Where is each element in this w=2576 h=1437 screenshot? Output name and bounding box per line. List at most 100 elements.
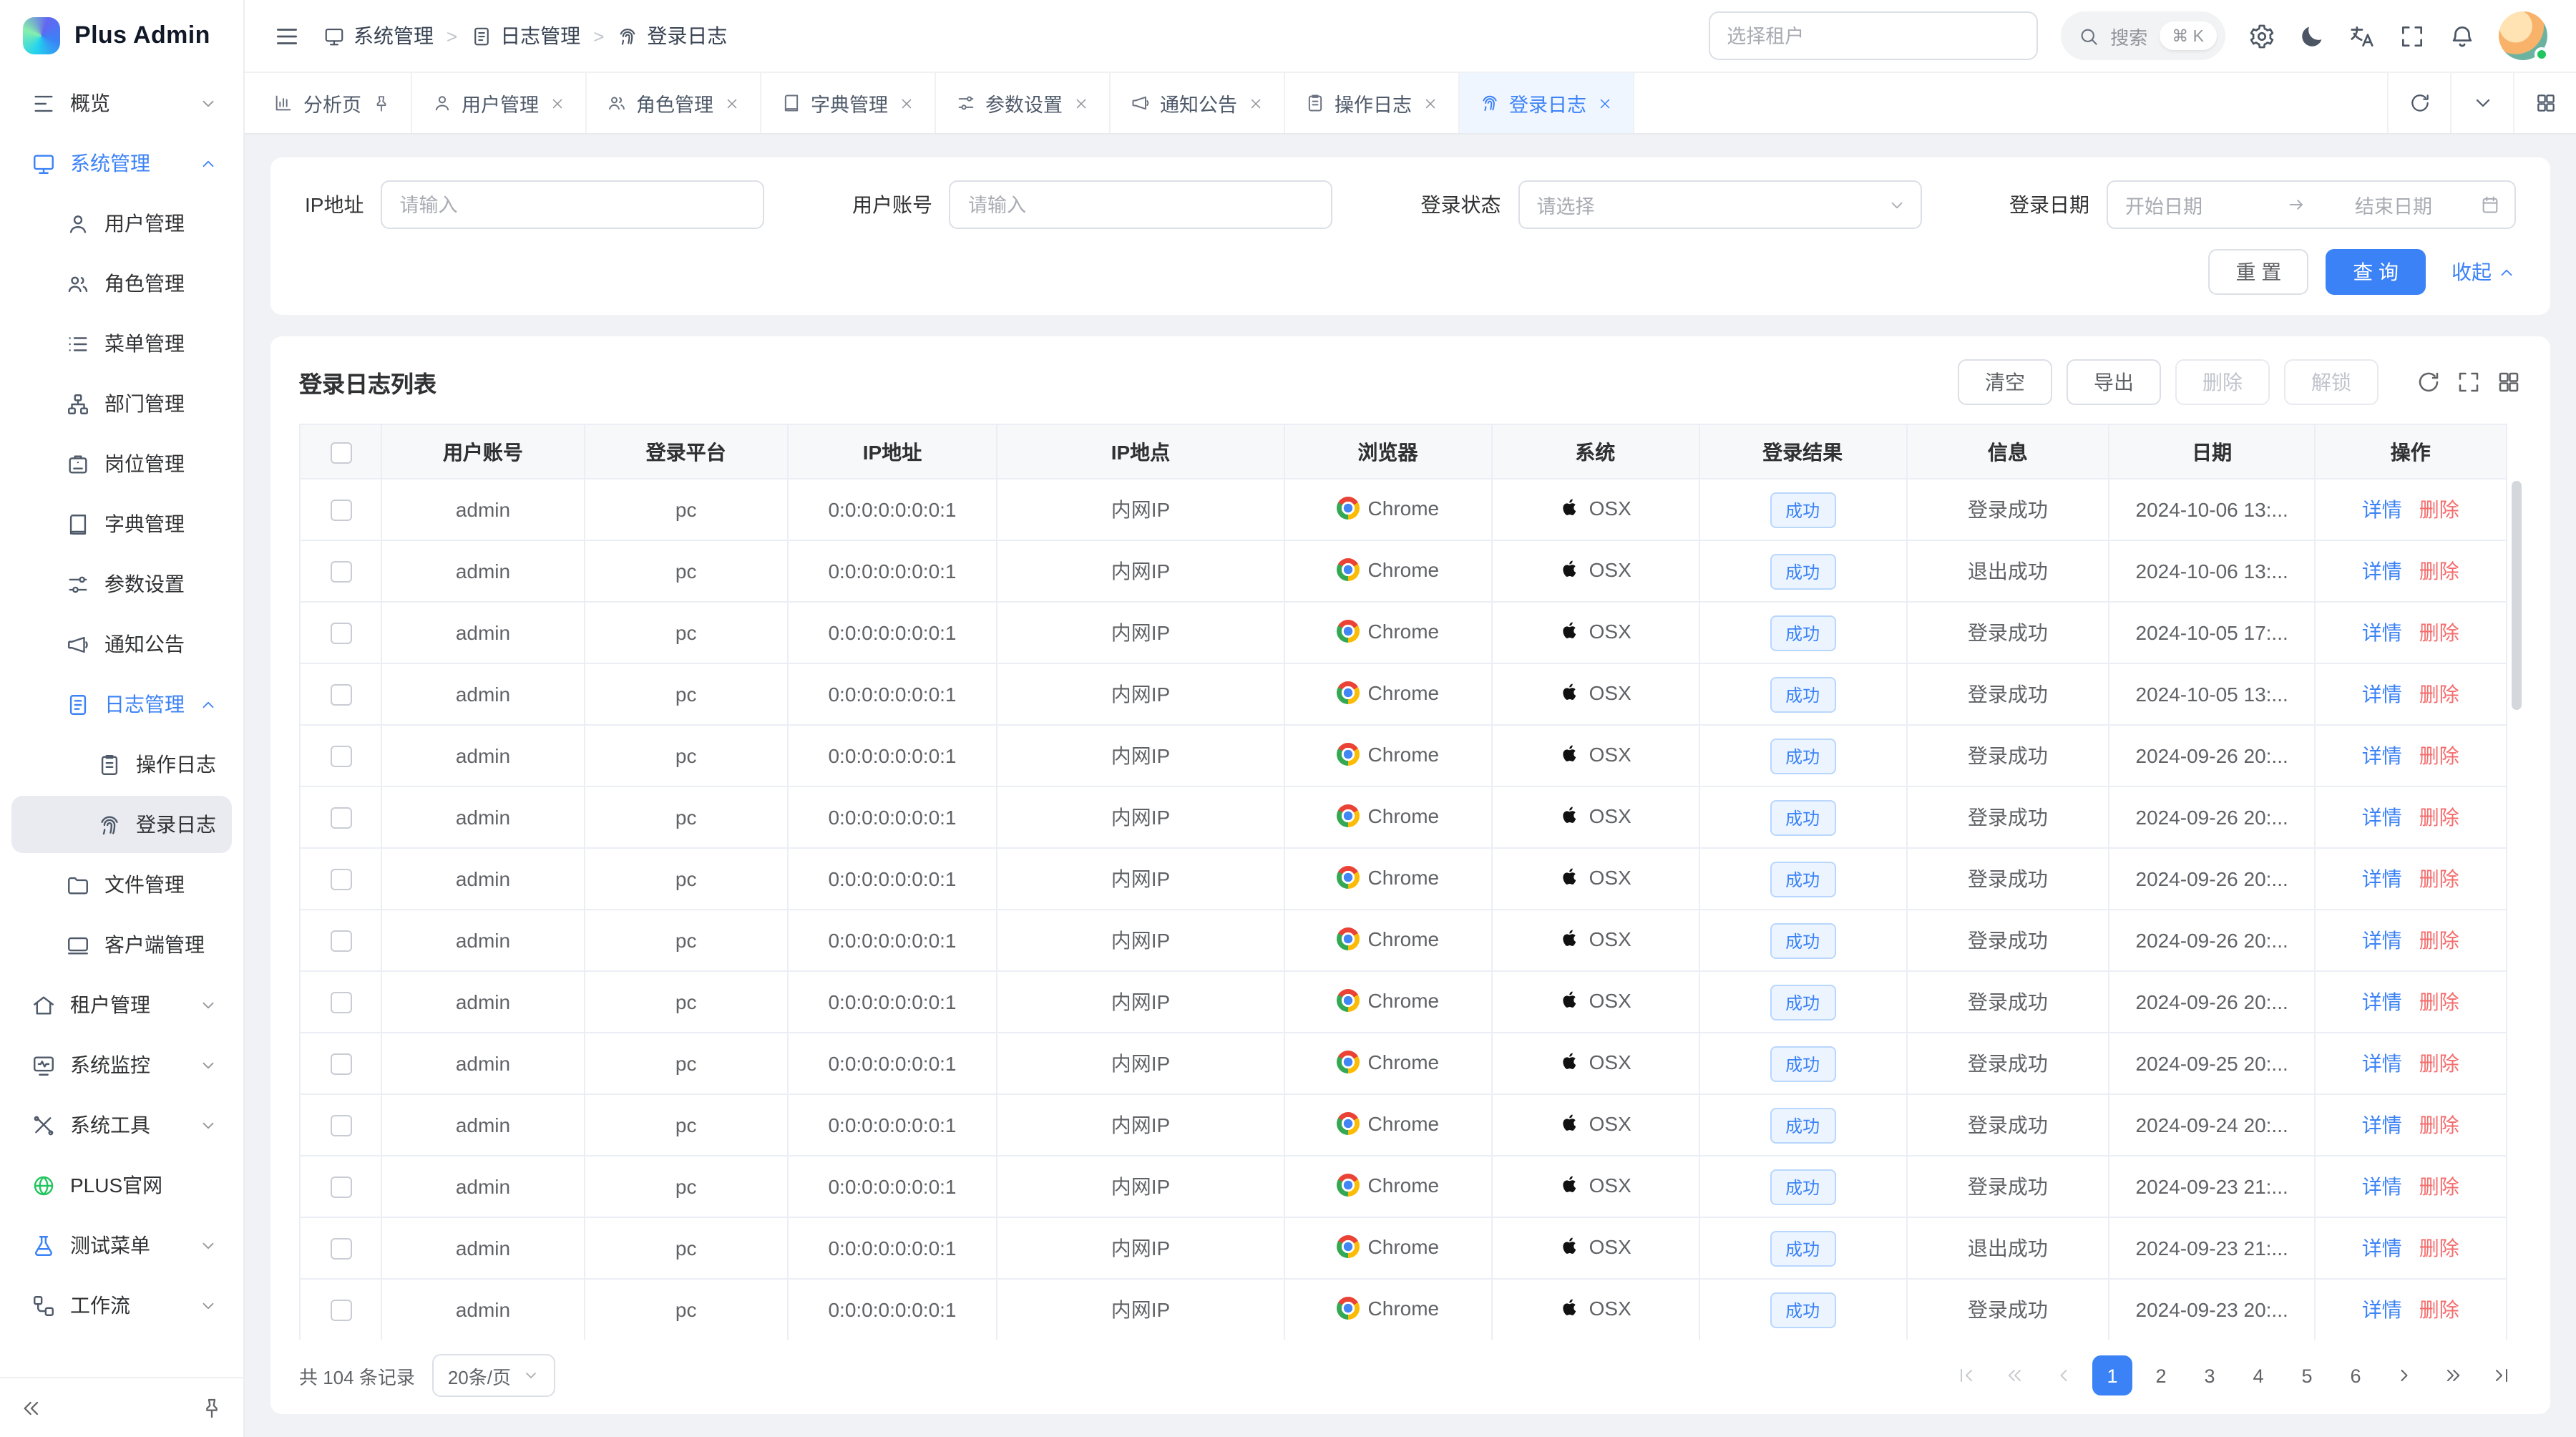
settings-gear-icon[interactable] (2248, 22, 2275, 49)
hamburger-icon[interactable] (273, 22, 301, 49)
sidebar-item[interactable]: 系统监控 (11, 1036, 232, 1093)
delete-link[interactable]: 删除 (2419, 621, 2459, 644)
page-size-select[interactable]: 20条/页 (432, 1354, 555, 1397)
last-page-icon[interactable] (2482, 1355, 2522, 1395)
collapse-filters-link[interactable]: 收起 (2451, 258, 2516, 286)
clear-button[interactable]: 清空 (1958, 359, 2052, 405)
close-icon[interactable] (1422, 95, 1438, 111)
close-icon[interactable] (723, 95, 739, 111)
sidebar-item[interactable]: 租户管理 (11, 976, 232, 1033)
delete-link[interactable]: 删除 (2419, 867, 2459, 890)
breadcrumb-item[interactable]: 登录日志 (617, 21, 727, 50)
tab-item[interactable]: 用户管理 (411, 73, 586, 133)
unlock-button[interactable]: 解锁 (2284, 359, 2379, 405)
delete-link[interactable]: 删除 (2419, 683, 2459, 706)
row-checkbox[interactable] (330, 623, 351, 645)
sidebar-item[interactable]: 字典管理 (11, 495, 232, 552)
delete-link[interactable]: 删除 (2419, 1175, 2459, 1198)
sidebar-item[interactable]: 参数设置 (11, 555, 232, 613)
detail-link[interactable]: 详情 (2362, 1052, 2402, 1075)
row-checkbox[interactable] (330, 808, 351, 829)
row-checkbox[interactable] (330, 869, 351, 891)
page-number[interactable]: 4 (2238, 1355, 2278, 1395)
sidebar-item[interactable]: 工作流 (11, 1277, 232, 1334)
global-search[interactable]: 搜索 ⌘ K (2060, 11, 2225, 60)
detail-link[interactable]: 详情 (2362, 498, 2402, 521)
detail-link[interactable]: 详情 (2362, 744, 2402, 767)
delete-link[interactable]: 删除 (2419, 744, 2459, 767)
chevrons-left-icon[interactable] (1995, 1355, 2035, 1395)
sidebar-item[interactable]: 系统工具 (11, 1096, 232, 1154)
status-select[interactable]: 请选择 (1518, 180, 1921, 229)
tab-item[interactable]: 字典管理 (761, 73, 935, 133)
tenant-select-input[interactable] (1708, 11, 2037, 60)
dark-mode-moon-icon[interactable] (2298, 22, 2326, 49)
date-range-picker[interactable]: 开始日期 结束日期 (2107, 180, 2516, 229)
delete-link[interactable]: 删除 (2419, 806, 2459, 829)
collapse-sidebar-icon[interactable] (20, 1396, 43, 1419)
close-icon[interactable] (898, 95, 914, 111)
pin-icon[interactable] (371, 94, 390, 112)
reset-button[interactable]: 重 置 (2208, 249, 2308, 295)
translate-icon[interactable] (2348, 22, 2376, 49)
column-settings-icon[interactable] (2496, 369, 2522, 395)
tab-actions-dropdown[interactable] (2450, 73, 2513, 133)
delete-link[interactable]: 删除 (2419, 1237, 2459, 1260)
delete-link[interactable]: 删除 (2419, 1052, 2459, 1075)
delete-link[interactable]: 删除 (2419, 560, 2459, 583)
close-icon[interactable] (1247, 95, 1263, 111)
row-checkbox[interactable] (330, 746, 351, 768)
row-checkbox[interactable] (330, 931, 351, 953)
detail-link[interactable]: 详情 (2362, 621, 2402, 644)
delete-link[interactable]: 删除 (2419, 929, 2459, 952)
fullscreen-table-icon[interactable] (2456, 369, 2482, 395)
ip-input[interactable] (381, 180, 764, 229)
tab-item[interactable]: 参数设置 (935, 73, 1110, 133)
sidebar-item[interactable]: 菜单管理 (11, 315, 232, 372)
select-all-checkbox[interactable] (330, 442, 351, 464)
delete-button[interactable]: 删除 (2175, 359, 2270, 405)
detail-link[interactable]: 详情 (2362, 1237, 2402, 1260)
row-checkbox[interactable] (330, 1177, 351, 1199)
sidebar-item[interactable]: 客户端管理 (11, 916, 232, 973)
breadcrumb-item[interactable]: 日志管理 (470, 21, 580, 50)
chevron-right-icon[interactable] (2384, 1355, 2424, 1395)
notifications-bell-icon[interactable] (2449, 22, 2476, 49)
detail-link[interactable]: 详情 (2362, 929, 2402, 952)
delete-link[interactable]: 删除 (2419, 498, 2459, 521)
sidebar-item[interactable]: 操作日志 (11, 736, 232, 793)
page-number[interactable]: 1 (2092, 1355, 2132, 1395)
page-number[interactable]: 2 (2141, 1355, 2181, 1395)
sidebar-item[interactable]: 日志管理 (11, 676, 232, 733)
row-checkbox[interactable] (330, 562, 351, 583)
sidebar-item[interactable]: 登录日志 (11, 796, 232, 853)
refresh-table-icon[interactable] (2416, 369, 2441, 395)
sidebar-item[interactable]: 系统管理 (11, 135, 232, 192)
sidebar-item[interactable]: 角色管理 (11, 255, 232, 312)
sidebar-item[interactable]: 岗位管理 (11, 435, 232, 492)
page-number[interactable]: 6 (2336, 1355, 2376, 1395)
sidebar-item[interactable]: 文件管理 (11, 856, 232, 913)
sidebar-item[interactable]: 部门管理 (11, 375, 232, 432)
pin-sidebar-icon[interactable] (200, 1396, 223, 1419)
page-number[interactable]: 5 (2287, 1355, 2327, 1395)
detail-link[interactable]: 详情 (2362, 806, 2402, 829)
chevrons-right-icon[interactable] (2433, 1355, 2473, 1395)
tab-item[interactable]: 分析页 (253, 73, 411, 133)
tab-item[interactable]: 登录日志 (1459, 73, 1634, 133)
row-checkbox[interactable] (330, 993, 351, 1014)
row-checkbox[interactable] (330, 685, 351, 706)
sidebar-item[interactable]: 通知公告 (11, 615, 232, 673)
row-checkbox[interactable] (330, 1116, 351, 1137)
sidebar-item[interactable]: 概览 (11, 74, 232, 132)
close-icon[interactable] (549, 95, 565, 111)
breadcrumb-item[interactable]: 系统管理 (323, 21, 434, 50)
detail-link[interactable]: 详情 (2362, 1175, 2402, 1198)
detail-link[interactable]: 详情 (2362, 1114, 2402, 1136)
chevron-left-icon[interactable] (2044, 1355, 2084, 1395)
user-avatar[interactable] (2499, 11, 2547, 60)
close-icon[interactable] (1073, 95, 1088, 111)
row-checkbox[interactable] (330, 500, 351, 522)
first-page-icon[interactable] (1946, 1355, 1986, 1395)
fullscreen-icon[interactable] (2399, 22, 2426, 49)
